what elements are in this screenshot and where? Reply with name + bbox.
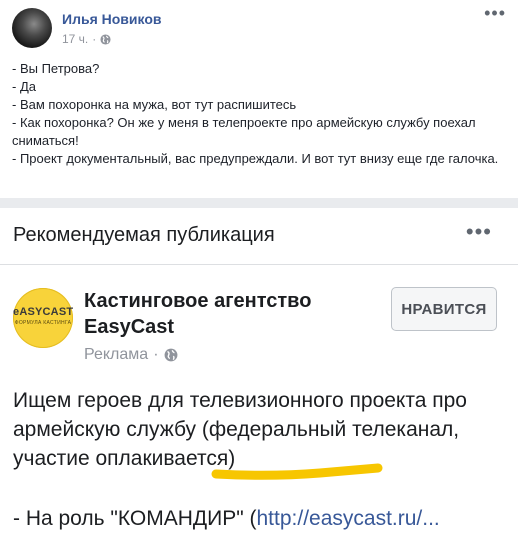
globe-icon <box>100 33 111 45</box>
author-avatar[interactable] <box>12 8 52 48</box>
meta-dot: · <box>153 346 159 363</box>
sponsored-text[interactable]: Реклама <box>84 346 148 364</box>
post-line: - Проект документальный, вас предупрежда… <box>12 151 499 166</box>
suggested-post-header: Рекомендуемая публикация <box>13 224 275 246</box>
highlight-underline <box>211 463 383 480</box>
post: Илья Новиков 17 ч. · ••• - Вы Петрова? -… <box>0 0 518 198</box>
page-logo[interactable]: eASYCAST ФОРМУЛА КАСТИНГА <box>13 288 73 348</box>
feed-separator <box>0 198 518 208</box>
sponsored-label: Реклама · <box>84 346 178 364</box>
post-line: - Как похоронка? Он же у меня в телепрое… <box>12 115 480 148</box>
ad-body-text: Ищем героев для телевизионного проекта п… <box>13 389 467 470</box>
like-page-button[interactable]: НРАВИТСЯ <box>391 287 497 331</box>
role-link[interactable]: http://easycast.ru/... <box>257 507 440 530</box>
logo-wordmark: eASYCAST <box>13 306 74 318</box>
post-meta: 17 ч. · <box>62 32 111 46</box>
post-more-options-button[interactable]: ••• <box>484 4 506 22</box>
ad-role-line: - На роль "КОМАНДИР" (http://easycast.ru… <box>13 507 513 531</box>
suggested-more-options-button[interactable]: ••• <box>466 221 492 243</box>
globe-icon <box>164 348 177 362</box>
author-name[interactable]: Илья Новиков <box>62 11 161 27</box>
post-line: - Да <box>12 79 36 94</box>
advertiser-name[interactable]: Кастинговое агентство EasyCast <box>84 288 374 340</box>
post-timestamp[interactable]: 17 ч. <box>62 32 88 46</box>
role-prefix: - На роль "КОМАНДИР" ( <box>13 507 257 530</box>
logo-tagline: ФОРМУЛА КАСТИНГА <box>14 320 72 326</box>
post-line: - Вам похоронка на мужа, вот тут распиши… <box>12 97 297 112</box>
post-text: - Вы Петрова? - Да - Вам похоронка на му… <box>12 60 506 168</box>
post-line: - Вы Петрова? <box>12 61 100 76</box>
card-divider <box>0 264 518 265</box>
suggested-post-card: Рекомендуемая публикация ••• eASYCAST ФО… <box>0 208 518 541</box>
meta-dot: · <box>92 32 97 46</box>
